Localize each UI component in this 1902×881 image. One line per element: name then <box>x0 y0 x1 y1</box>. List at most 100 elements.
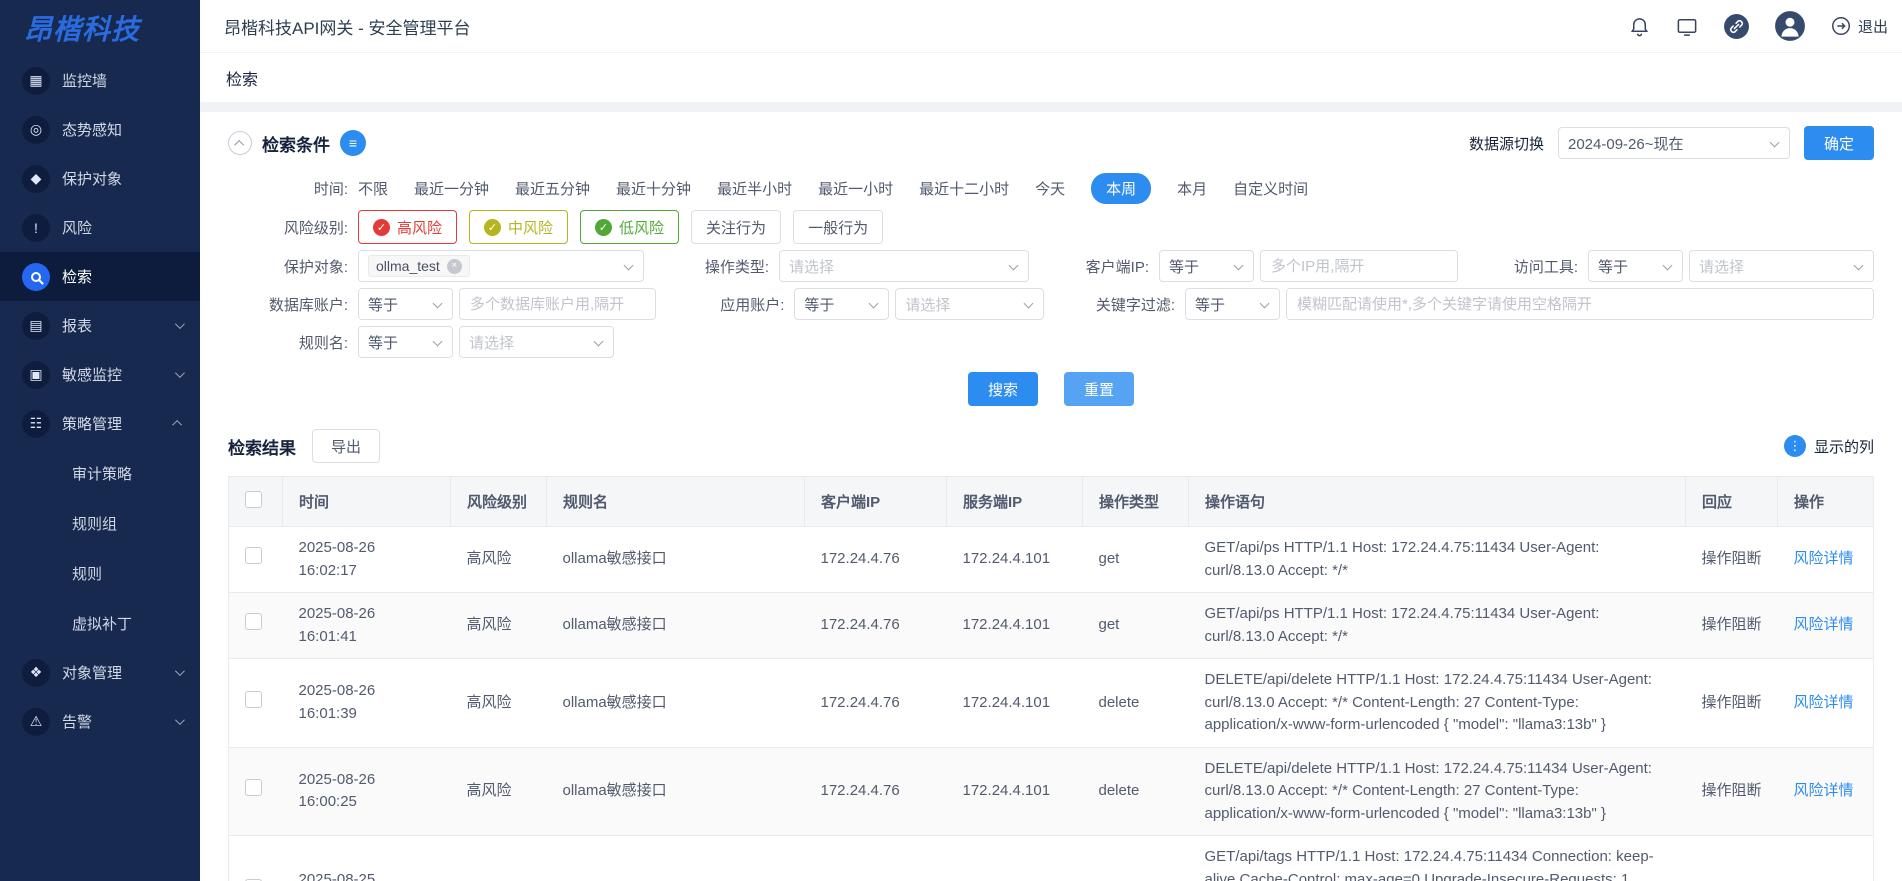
datasource-confirm-button[interactable]: 确定 <box>1804 126 1874 160</box>
panel-menu-icon[interactable]: ≡ <box>340 130 366 156</box>
keyword-input[interactable] <box>1286 288 1874 320</box>
cell-time: 2025-08-26 16:01:41 <box>283 593 451 659</box>
content: 检索条件 ≡ 数据源切换 2024-09-26~现在 确定 时间: 不限最近一分… <box>200 102 1902 881</box>
sidebar-item-search[interactable]: 检索 <box>0 252 200 301</box>
cell-server-ip: 172.24.4.101 <box>947 836 1083 881</box>
shield-icon: ◆ <box>22 165 50 193</box>
sidebar-subitem[interactable]: 规则 <box>0 548 200 598</box>
chevron-down-icon <box>1770 138 1780 148</box>
row-checkbox[interactable] <box>245 613 262 630</box>
sidebar-item-protect-objects[interactable]: ◆保护对象 <box>0 154 200 203</box>
protect-object-select[interactable]: ollma_test × <box>358 250 644 282</box>
app-account-select[interactable]: 请选择 <box>895 288 1044 320</box>
time-option[interactable]: 最近十分钟 <box>616 178 691 199</box>
tag-label: ollma_test <box>376 258 440 274</box>
risk-badge-icon: ✓ <box>373 219 390 236</box>
risk-level-normal-button[interactable]: 一般行为 <box>793 210 883 244</box>
chevron-down-icon <box>1663 261 1673 271</box>
chevron-down-icon <box>175 368 185 378</box>
time-option[interactable]: 最近一小时 <box>818 178 893 199</box>
time-option[interactable]: 最近一分钟 <box>414 178 489 199</box>
cell-response: 操作阻断 <box>1686 593 1778 659</box>
time-option[interactable]: 自定义时间 <box>1233 178 1308 199</box>
risk-level-low-button[interactable]: ✓低风险 <box>580 210 679 244</box>
show-columns-label: 显示的列 <box>1814 436 1874 457</box>
cast-screen-icon[interactable] <box>1675 15 1699 38</box>
time-option[interactable]: 最近十二小时 <box>919 178 1009 199</box>
cell-time: 2025-08-25 11:15:20 <box>283 836 451 881</box>
cell-op-type: delete <box>1083 747 1189 836</box>
risk-badge-icon: ✓ <box>595 219 612 236</box>
risk-level-medium-button[interactable]: ✓中风险 <box>469 210 568 244</box>
risk-detail-link[interactable]: 风险详情 <box>1794 550 1854 567</box>
row-checkbox[interactable] <box>245 547 262 564</box>
sidebar-item-alarm[interactable]: ⚠告警 <box>0 697 200 746</box>
db-account-operator-select[interactable]: 等于 <box>358 288 453 320</box>
row-checkbox[interactable] <box>245 779 262 796</box>
select-all-checkbox[interactable] <box>245 491 262 508</box>
sidebar-item-situation[interactable]: ◎态势感知 <box>0 105 200 154</box>
results-title: 检索结果 <box>228 434 296 459</box>
search-panel-head: 检索条件 ≡ 数据源切换 2024-09-26~现在 确定 <box>228 126 1874 160</box>
client-ip-operator-select[interactable]: 等于 <box>1159 250 1254 282</box>
client-ip-input[interactable] <box>1260 250 1458 282</box>
sidebar-subitem[interactable]: 规则组 <box>0 498 200 548</box>
cell-client-ip: 172.18.1.7 <box>805 836 947 881</box>
sidebar-item-policy[interactable]: ☷策略管理 <box>0 399 200 448</box>
cell-server-ip: 172.24.4.101 <box>947 659 1083 748</box>
cell-response: 操作阻断 <box>1686 659 1778 748</box>
search-button[interactable]: 搜索 <box>968 372 1038 406</box>
chevron-down-icon <box>175 715 185 725</box>
time-option[interactable]: 最近半小时 <box>717 178 792 199</box>
op-type-select[interactable]: 请选择 <box>779 250 1029 282</box>
rule-name-select[interactable]: 请选择 <box>459 326 614 358</box>
risk-detail-link[interactable]: 风险详情 <box>1794 694 1854 711</box>
cell-statement: GET/api/ps HTTP/1.1 Host: 172.24.4.75:11… <box>1189 527 1686 593</box>
risk-level-high-button[interactable]: ✓高风险 <box>358 210 457 244</box>
notification-bell-icon[interactable] <box>1628 15 1651 38</box>
db-account-label: 数据库账户: <box>228 294 358 315</box>
db-account-input[interactable] <box>459 288 656 320</box>
time-option[interactable]: 最近五分钟 <box>515 178 590 199</box>
table-row: 2025-08-26 16:00:25高风险ollama敏感接口172.24.4… <box>229 747 1874 836</box>
time-option[interactable]: 本周 <box>1091 173 1151 204</box>
rule-name-operator-select[interactable]: 等于 <box>358 326 453 358</box>
protect-object-label: 保护对象: <box>228 256 358 277</box>
column-header: 风险级别 <box>451 477 547 527</box>
time-option[interactable]: 本月 <box>1177 178 1207 199</box>
row-checkbox[interactable] <box>245 691 262 708</box>
sidebar-item-reports[interactable]: ▤报表 <box>0 301 200 350</box>
app-window: 昂楷科技 ▦监控墙◎态势感知◆保护对象!风险检索▤报表▣敏感监控☷策略管理审计策… <box>0 0 1902 881</box>
share-link-icon[interactable] <box>1723 13 1750 40</box>
time-option[interactable]: 不限 <box>358 178 388 199</box>
cell-op-type: delete <box>1083 659 1189 748</box>
reset-button[interactable]: 重置 <box>1064 372 1134 406</box>
user-avatar[interactable] <box>1774 10 1806 42</box>
datasource-select[interactable]: 2024-09-26~现在 <box>1558 127 1790 159</box>
cell-client-ip: 172.24.4.76 <box>805 527 947 593</box>
sidebar-subitem[interactable]: 虚拟补丁 <box>0 598 200 648</box>
export-button[interactable]: 导出 <box>312 429 380 463</box>
tag-close-icon[interactable]: × <box>447 259 462 274</box>
collapse-panel-button[interactable] <box>228 131 252 155</box>
sidebar-item-objects[interactable]: ❖对象管理 <box>0 648 200 697</box>
sidebar-item-sensitive[interactable]: ▣敏感监控 <box>0 350 200 399</box>
risk-detail-link[interactable]: 风险详情 <box>1794 616 1854 633</box>
keyword-operator-select[interactable]: 等于 <box>1185 288 1280 320</box>
cell-response: 操作阻断 <box>1686 527 1778 593</box>
access-tool-operator-select[interactable]: 等于 <box>1588 250 1683 282</box>
access-tool-select[interactable]: 请选择 <box>1689 250 1874 282</box>
show-columns-button[interactable]: ⋮ 显示的列 <box>1784 435 1874 457</box>
sidebar-item-monitor-wall[interactable]: ▦监控墙 <box>0 56 200 105</box>
risk-detail-link[interactable]: 风险详情 <box>1794 782 1854 799</box>
sidebar-item-risk[interactable]: !风险 <box>0 203 200 252</box>
cell-statement: GET/api/ps HTTP/1.1 Host: 172.24.4.75:11… <box>1189 593 1686 659</box>
app-account-operator-select[interactable]: 等于 <box>794 288 889 320</box>
risk-level-row: 风险级别: ✓高风险✓中风险✓低风险关注行为一般行为 <box>228 210 1874 244</box>
chevron-down-icon <box>175 319 185 329</box>
sidebar-subitem[interactable]: 审计策略 <box>0 448 200 498</box>
form-actions: 搜索 重置 <box>228 372 1874 406</box>
logout-button[interactable]: 退出 <box>1830 15 1888 37</box>
risk-level-attention-button[interactable]: 关注行为 <box>691 210 781 244</box>
time-option[interactable]: 今天 <box>1035 178 1065 199</box>
